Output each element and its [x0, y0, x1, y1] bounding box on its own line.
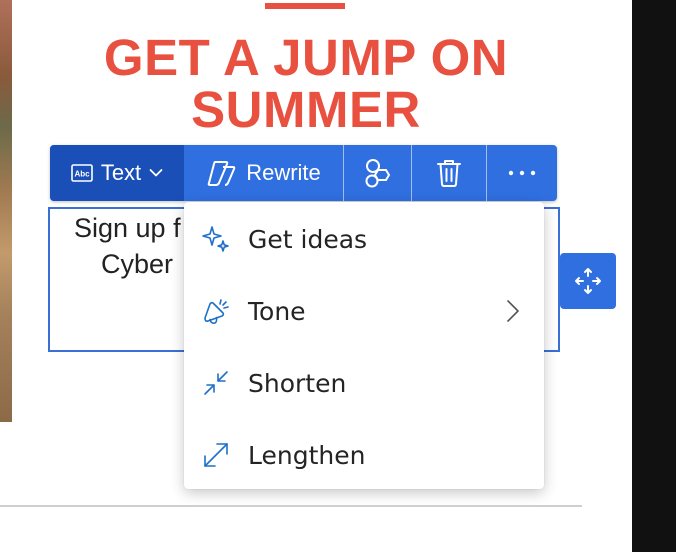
megaphone-icon: [201, 296, 231, 326]
menu-item-label: Lengthen: [248, 440, 366, 470]
more-icon: [508, 170, 536, 176]
sparkle-icon: [201, 224, 231, 254]
styles-button[interactable]: [343, 145, 411, 201]
menu-item-tone[interactable]: Tone: [184, 275, 544, 347]
floating-toolbar: Abc Text Rewrite: [50, 145, 557, 201]
move-handle[interactable]: [560, 253, 616, 309]
accent-rule: [265, 3, 345, 9]
trash-icon: [437, 160, 461, 187]
svg-text:Abc: Abc: [74, 170, 90, 179]
text-type-label: Text: [100, 160, 142, 185]
headline-line-1: GET A JUMP ON: [103, 29, 509, 86]
chevron-down-icon: [149, 169, 163, 177]
section-divider: [0, 505, 582, 507]
menu-item-get-ideas[interactable]: Get ideas: [184, 203, 544, 275]
delete-button[interactable]: [411, 145, 486, 201]
design-canvas: GET A JUMP ON SUMMER Sign up f Cyber Abc…: [0, 0, 632, 552]
copilot-rewrite-icon: [207, 161, 236, 186]
menu-item-label: Get ideas: [248, 224, 368, 254]
rewrite-button[interactable]: Rewrite: [184, 145, 343, 201]
move-arrows-icon: [575, 268, 601, 294]
text-box-icon: Abc: [71, 164, 93, 182]
chevron-right-icon: [506, 296, 526, 326]
body-text-line-1: Sign up f: [74, 213, 181, 243]
shrink-arrows-icon: [201, 368, 231, 398]
expand-arrow-icon: [201, 440, 231, 470]
background-photo: [0, 0, 12, 422]
menu-item-lengthen[interactable]: Lengthen: [184, 419, 544, 491]
text-type-dropdown[interactable]: Abc Text: [50, 145, 184, 201]
headline[interactable]: GET A JUMP ON SUMMER: [60, 32, 552, 136]
window-edge: [632, 0, 676, 552]
headline-line-2: SUMMER: [191, 81, 421, 138]
more-options-button[interactable]: [486, 145, 557, 201]
menu-item-label: Shorten: [248, 368, 347, 398]
menu-item-shorten[interactable]: Shorten: [184, 347, 544, 419]
shapes-icon: [365, 159, 390, 188]
rewrite-label: Rewrite: [246, 160, 321, 185]
body-text-line-2: Cyber: [101, 249, 174, 279]
rewrite-menu: Get ideas Tone Shorten Lengthen: [184, 202, 544, 489]
menu-item-label: Tone: [248, 296, 306, 326]
